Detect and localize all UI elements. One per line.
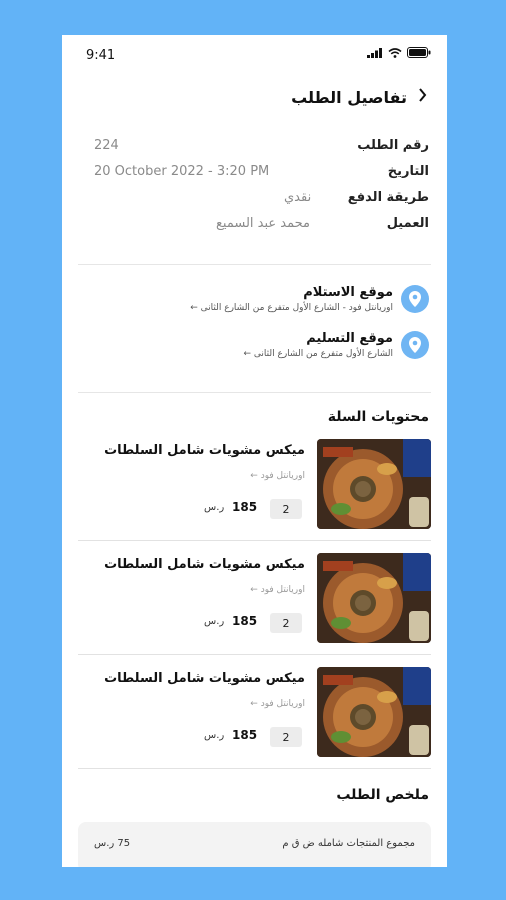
item-currency: ر.س bbox=[204, 502, 225, 513]
customer-label: العميل bbox=[386, 216, 429, 231]
order-number-value: 224 bbox=[94, 138, 119, 153]
cart-item[interactable]: ميكس مشويات شامل السلطات اوريانتل فود ← … bbox=[78, 667, 431, 757]
order-date-row: 20 October 2022 - 3:20 PM التاريخ bbox=[94, 164, 429, 179]
divider bbox=[78, 392, 431, 393]
summary-title: ملخص الطلب bbox=[336, 787, 429, 803]
item-quantity: 2 bbox=[270, 613, 302, 633]
customer-value: محمد عبد السميع bbox=[216, 216, 310, 231]
signal-icon bbox=[367, 47, 382, 58]
order-number-row: 224 رقم الطلب bbox=[94, 138, 429, 153]
food-image bbox=[317, 439, 431, 529]
item-name: ميكس مشويات شامل السلطات bbox=[104, 671, 305, 686]
item-name: ميكس مشويات شامل السلطات bbox=[104, 557, 305, 572]
status-bar: 9:41 bbox=[62, 35, 447, 75]
item-currency: ر.س bbox=[204, 616, 225, 627]
item-brand: اوريانتل فود ← bbox=[250, 699, 305, 709]
customer-row: محمد عبد السميع العميل bbox=[94, 216, 429, 231]
page-header: تفاصيل الطلب bbox=[291, 87, 427, 108]
divider bbox=[78, 654, 431, 655]
item-name: ميكس مشويات شامل السلطات bbox=[104, 443, 305, 458]
cart-item[interactable]: ميكس مشويات شامل السلطات اوريانتل فود ← … bbox=[78, 439, 431, 529]
order-number-label: رقم الطلب bbox=[357, 138, 429, 153]
location-pin-icon bbox=[401, 285, 429, 313]
status-time: 9:41 bbox=[86, 48, 116, 63]
order-date-value: 20 October 2022 - 3:20 PM bbox=[94, 164, 270, 179]
item-quantity: 2 bbox=[270, 499, 302, 519]
summary-value: 75 ر.س bbox=[94, 838, 131, 849]
pickup-location-address: اوريانتل فود - الشارع الأول متفرع من الش… bbox=[190, 303, 393, 313]
payment-method-row: نقدي طريقة الدفع bbox=[94, 190, 429, 205]
divider bbox=[78, 540, 431, 541]
delivery-location[interactable]: موقع التسليم الشارع الأول متفرع من الشار… bbox=[243, 331, 429, 359]
cart-title: محتويات السلة bbox=[327, 409, 429, 425]
summary-box: مجموع المنتجات شامله ض ق م 75 ر.س bbox=[78, 822, 431, 867]
item-price: 185 bbox=[232, 728, 258, 742]
item-price: 185 bbox=[232, 500, 258, 514]
delivery-location-address: الشارع الأول متفرع من الشارع الثانى ← bbox=[243, 349, 394, 359]
divider bbox=[78, 264, 431, 265]
payment-method-label: طريقة الدفع bbox=[347, 190, 429, 205]
food-image bbox=[317, 667, 431, 757]
summary-label: مجموع المنتجات شامله ض ق م bbox=[282, 838, 415, 849]
item-price: 185 bbox=[232, 614, 258, 628]
cart-item[interactable]: ميكس مشويات شامل السلطات اوريانتل فود ← … bbox=[78, 553, 431, 643]
divider bbox=[78, 768, 431, 769]
pickup-location[interactable]: موقع الاستلام اوريانتل فود - الشارع الأو… bbox=[190, 285, 429, 313]
location-pin-icon bbox=[401, 331, 429, 359]
item-brand: اوريانتل فود ← bbox=[250, 585, 305, 595]
phone-screen: 9:41 تفاصيل الطلب 224 رقم الطلب 20 Octob… bbox=[62, 35, 447, 867]
item-quantity: 2 bbox=[270, 727, 302, 747]
delivery-location-title: موقع التسليم bbox=[306, 331, 393, 346]
pickup-location-title: موقع الاستلام bbox=[303, 285, 393, 300]
chevron-left-icon bbox=[419, 88, 427, 102]
item-currency: ر.س bbox=[204, 730, 225, 741]
wifi-icon bbox=[388, 47, 402, 58]
order-date-label: التاريخ bbox=[387, 164, 429, 179]
payment-method-value: نقدي bbox=[284, 190, 312, 205]
back-button[interactable] bbox=[417, 87, 427, 108]
status-icons bbox=[367, 47, 431, 58]
battery-icon bbox=[407, 47, 431, 58]
food-image bbox=[317, 553, 431, 643]
item-brand: اوريانتل فود ← bbox=[250, 471, 305, 481]
page-title: تفاصيل الطلب bbox=[291, 88, 407, 107]
